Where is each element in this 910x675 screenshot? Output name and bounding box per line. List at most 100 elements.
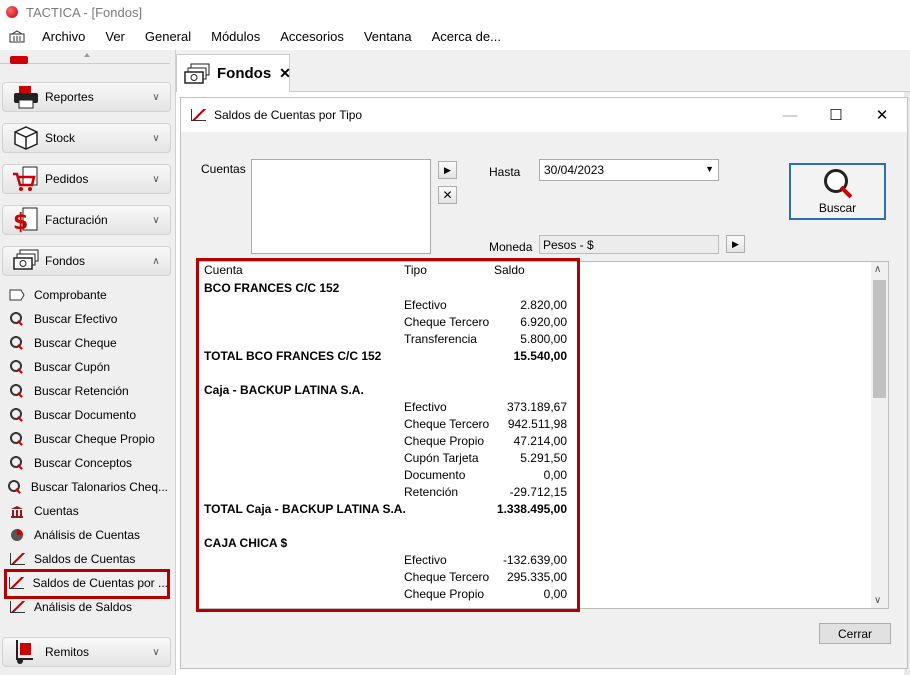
sidebar-item-label: Buscar Talonarios Cheq... [30, 480, 168, 494]
cerrar-label: Cerrar [837, 626, 872, 641]
money-stack-icon [183, 63, 211, 85]
sidebar-item-buscar-cupon[interactable]: Buscar Cupón [8, 356, 168, 378]
menu-ver[interactable]: Ver [95, 24, 135, 50]
line-chart-icon [8, 551, 26, 567]
chevron-down-icon: ∨ [152, 173, 160, 185]
scroll-up-icon[interactable]: ∧ [874, 264, 881, 275]
sidebar-group-reportes[interactable]: Reportes ∨ [2, 82, 171, 112]
search-icon [8, 311, 26, 327]
sidebar-item-buscar-cheque-propio[interactable]: Buscar Cheque Propio [8, 428, 168, 450]
sidebar-group-label: Remitos [45, 645, 90, 659]
box-icon [11, 125, 41, 151]
buscar-label: Buscar [818, 201, 857, 215]
tab-label: Fondos [217, 65, 272, 82]
scroll-up-arrow-icon [84, 53, 90, 57]
dialog-title: Saldos de Cuentas por Tipo [214, 108, 363, 122]
chevron-up-icon: ∧ [152, 255, 160, 267]
close-tab-icon[interactable]: ✕ [279, 65, 291, 82]
pie-chart-icon [8, 527, 26, 543]
partial-module-icon [10, 56, 28, 64]
sidebar-item-buscar-cheque[interactable]: Buscar Cheque [8, 332, 168, 354]
menu-accesorios[interactable]: Accesorios [270, 24, 354, 50]
remove-cuenta-button[interactable]: ✕ [438, 186, 457, 204]
sidebar-item-label: Comprobante [34, 288, 107, 302]
sidebar-group-label: Fondos [45, 254, 86, 268]
hasta-date-picker[interactable]: 30/04/2023 ▼ [539, 159, 719, 181]
moneda-select-button[interactable]: ▶ [726, 235, 745, 253]
minimize-icon[interactable]: — [767, 98, 813, 132]
search-icon [8, 479, 23, 495]
sidebar-group-remitos[interactable]: Remitos ∨ [2, 637, 171, 667]
sidebar-group-label: Stock [45, 131, 76, 145]
grid-vertical-scrollbar[interactable]: ∧ ∨ [871, 262, 888, 608]
sidebar-item-label: Buscar Conceptos [34, 456, 133, 470]
line-chart-icon [191, 109, 206, 121]
sidebar-item-cuentas[interactable]: Cuentas [8, 500, 168, 522]
close-icon[interactable]: ✕ [859, 98, 905, 132]
search-icon [8, 407, 26, 423]
window-title: TACTICA - [Fondos] [26, 4, 143, 20]
app-logo-icon [6, 6, 18, 18]
sidebar-item-analisis-saldos[interactable]: Análisis de Saldos [8, 596, 168, 618]
dialog-title-bar: Saldos de Cuentas por Tipo — ☐ ✕ [181, 98, 907, 132]
system-menu-icon[interactable] [8, 29, 26, 45]
chevron-down-icon: ∨ [152, 646, 160, 658]
sidebar-group-pedidos[interactable]: Pedidos ∨ [2, 164, 171, 194]
sidebar-item-label: Buscar Documento [34, 408, 137, 422]
menu-bar: Archivo Ver General Módulos Accesorios V… [0, 24, 910, 50]
bank-icon [8, 503, 26, 519]
cuentas-list[interactable] [251, 159, 431, 254]
search-icon [8, 431, 26, 447]
sidebar-item-buscar-efectivo[interactable]: Buscar Efectivo [8, 308, 168, 330]
dropdown-arrow-icon[interactable]: ▼ [705, 164, 714, 174]
menu-general[interactable]: General [135, 24, 201, 50]
sidebar-item-analisis-cuentas[interactable]: Análisis de Cuentas [8, 524, 168, 546]
sidebar-scroll-up[interactable] [0, 50, 170, 64]
search-icon [824, 169, 854, 199]
selected-item-highlight [4, 569, 170, 599]
moneda-label: Moneda [489, 240, 533, 254]
chevron-down-icon: ∨ [152, 132, 160, 144]
sidebar-item-buscar-retencion[interactable]: Buscar Retención [8, 380, 168, 402]
menu-archivo[interactable]: Archivo [32, 24, 95, 50]
search-icon [8, 455, 26, 471]
menu-modulos[interactable]: Módulos [201, 24, 270, 50]
hasta-label: Hasta [489, 165, 521, 179]
sidebar-item-label: Buscar Retención [34, 384, 129, 398]
invoice-dollar-icon: $ [11, 207, 41, 235]
svg-text:$: $ [13, 210, 28, 233]
sidebar-group-stock[interactable]: Stock ∨ [2, 123, 171, 153]
sidebar-item-buscar-talonarios[interactable]: Buscar Talonarios Cheq... [8, 476, 168, 498]
sidebar-group-fondos[interactable]: Fondos ∧ [2, 246, 171, 276]
sidebar-item-label: Buscar Efectivo [34, 312, 118, 326]
moneda-value: Pesos - $ [543, 237, 594, 252]
document-tab-bar: Fondos ✕ [176, 50, 910, 92]
sidebar-group-label: Facturación [45, 213, 108, 227]
cerrar-button[interactable]: Cerrar [819, 623, 891, 644]
scroll-down-icon[interactable]: ∨ [874, 595, 881, 606]
sidebar-item-buscar-conceptos[interactable]: Buscar Conceptos [8, 452, 168, 474]
line-chart-icon [8, 599, 26, 615]
add-cuenta-button[interactable]: ▶ [438, 161, 457, 179]
sidebar-item-label: Análisis de Saldos [34, 600, 133, 614]
scrollbar-thumb[interactable] [873, 280, 886, 398]
maximize-icon[interactable]: ☐ [813, 98, 859, 132]
sidebar-item-saldos-cuentas[interactable]: Saldos de Cuentas [8, 548, 168, 570]
buscar-button[interactable]: Buscar [789, 163, 886, 220]
sidebar-group-label: Pedidos [45, 172, 89, 186]
menu-acerca-de[interactable]: Acerca de... [422, 24, 511, 50]
sidebar-item-comprobante[interactable]: Comprobante [8, 284, 168, 306]
title-bar: TACTICA - [Fondos] [0, 0, 910, 24]
sidebar-group-facturacion[interactable]: $ Facturación ∨ [2, 205, 171, 235]
chevron-down-icon: ∨ [152, 214, 160, 226]
sidebar-item-buscar-documento[interactable]: Buscar Documento [8, 404, 168, 426]
money-stack-icon [11, 248, 41, 274]
search-icon [8, 383, 26, 399]
sidebar-item-label: Cuentas [34, 504, 79, 518]
sidebar-item-label: Buscar Cupón [34, 360, 111, 374]
tab-fondos[interactable]: Fondos ✕ [176, 54, 291, 92]
menu-ventana[interactable]: Ventana [354, 24, 422, 50]
sidebar: Reportes ∨ Stock ∨ Pedidos ∨ $ Facturaci… [0, 50, 176, 675]
cart-icon [11, 166, 41, 192]
moneda-field[interactable]: Pesos - $ [539, 235, 719, 254]
